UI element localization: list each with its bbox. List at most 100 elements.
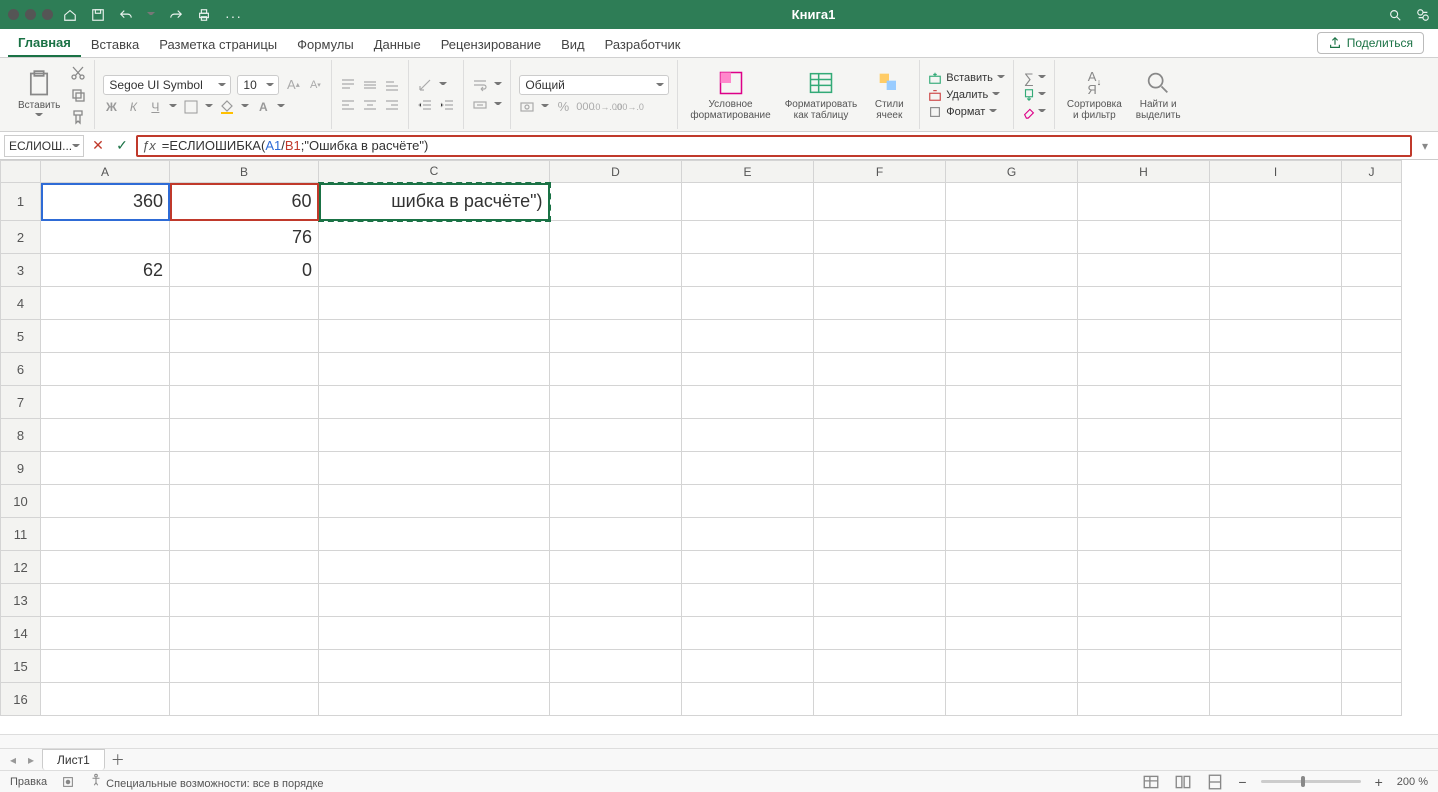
cell-J2[interactable] bbox=[1342, 221, 1402, 254]
decrease-indent-icon[interactable] bbox=[417, 97, 433, 113]
tab-formulas[interactable]: Формулы bbox=[287, 31, 364, 57]
decrease-font-icon[interactable]: A▾ bbox=[307, 77, 323, 93]
fill-color-icon[interactable] bbox=[219, 99, 235, 115]
cell-D16[interactable] bbox=[550, 683, 682, 716]
col-header-B[interactable]: B bbox=[170, 161, 319, 183]
cell-H16[interactable] bbox=[1078, 683, 1210, 716]
cell-C12[interactable] bbox=[319, 551, 550, 584]
copy-icon[interactable] bbox=[70, 87, 86, 103]
cancel-formula-button[interactable]: ✕ bbox=[88, 135, 108, 157]
cell-D1[interactable] bbox=[550, 183, 682, 221]
cell-G13[interactable] bbox=[946, 584, 1078, 617]
cell-A14[interactable] bbox=[41, 617, 170, 650]
cell-I13[interactable] bbox=[1210, 584, 1342, 617]
sheet-next[interactable]: ▸ bbox=[24, 753, 38, 767]
cell-A11[interactable] bbox=[41, 518, 170, 551]
cell-F6[interactable] bbox=[814, 353, 946, 386]
find-select-button[interactable]: Найти ивыделить bbox=[1132, 67, 1185, 123]
select-all-corner[interactable] bbox=[1, 161, 41, 183]
cell-E7[interactable] bbox=[682, 386, 814, 419]
cell-C1[interactable]: шибка в расчёте") bbox=[319, 183, 550, 221]
cell-E1[interactable] bbox=[682, 183, 814, 221]
bold-icon[interactable]: Ж bbox=[103, 99, 119, 115]
undo-icon[interactable] bbox=[119, 8, 133, 22]
col-header-G[interactable]: G bbox=[946, 161, 1078, 183]
tab-review[interactable]: Рецензирование bbox=[431, 31, 551, 57]
cell-G8[interactable] bbox=[946, 419, 1078, 452]
cell-G2[interactable] bbox=[946, 221, 1078, 254]
cell-F10[interactable] bbox=[814, 485, 946, 518]
increase-indent-icon[interactable] bbox=[439, 97, 455, 113]
cell-F7[interactable] bbox=[814, 386, 946, 419]
undo-dropdown[interactable] bbox=[147, 12, 155, 18]
border-icon[interactable] bbox=[183, 99, 199, 115]
cell-styles-button[interactable]: Стилиячеек bbox=[867, 67, 911, 123]
cell-G9[interactable] bbox=[946, 452, 1078, 485]
cell-A10[interactable] bbox=[41, 485, 170, 518]
cell-J16[interactable] bbox=[1342, 683, 1402, 716]
cell-I12[interactable] bbox=[1210, 551, 1342, 584]
cell-C15[interactable] bbox=[319, 650, 550, 683]
cell-B16[interactable] bbox=[170, 683, 319, 716]
cell-C7[interactable] bbox=[319, 386, 550, 419]
macro-record-icon[interactable] bbox=[61, 775, 75, 789]
cell-J4[interactable] bbox=[1342, 287, 1402, 320]
zoom-slider[interactable] bbox=[1261, 780, 1361, 783]
zoom-in[interactable]: + bbox=[1375, 774, 1383, 790]
cell-E6[interactable] bbox=[682, 353, 814, 386]
cell-I9[interactable] bbox=[1210, 452, 1342, 485]
paste-button[interactable]: Вставить bbox=[14, 68, 64, 121]
minimize-dot[interactable] bbox=[25, 9, 36, 20]
cell-G15[interactable] bbox=[946, 650, 1078, 683]
cell-D7[interactable] bbox=[550, 386, 682, 419]
cell-H4[interactable] bbox=[1078, 287, 1210, 320]
cell-J7[interactable] bbox=[1342, 386, 1402, 419]
cell-H10[interactable] bbox=[1078, 485, 1210, 518]
increase-decimal-icon[interactable]: .0→.00 bbox=[599, 99, 615, 115]
horizontal-scrollbar[interactable] bbox=[0, 734, 1438, 748]
cell-F2[interactable] bbox=[814, 221, 946, 254]
cell-I10[interactable] bbox=[1210, 485, 1342, 518]
cell-D11[interactable] bbox=[550, 518, 682, 551]
cell-B1[interactable]: 60 bbox=[170, 183, 319, 221]
cell-B8[interactable] bbox=[170, 419, 319, 452]
cell-E11[interactable] bbox=[682, 518, 814, 551]
row-header-11[interactable]: 11 bbox=[1, 518, 41, 551]
italic-icon[interactable]: К bbox=[125, 99, 141, 115]
cell-B13[interactable] bbox=[170, 584, 319, 617]
cell-J11[interactable] bbox=[1342, 518, 1402, 551]
redo-icon[interactable] bbox=[169, 8, 183, 22]
cell-F14[interactable] bbox=[814, 617, 946, 650]
cell-B14[interactable] bbox=[170, 617, 319, 650]
cell-E10[interactable] bbox=[682, 485, 814, 518]
cell-F5[interactable] bbox=[814, 320, 946, 353]
clear-button[interactable] bbox=[1022, 105, 1046, 119]
align-right-icon[interactable] bbox=[384, 97, 400, 113]
col-header-I[interactable]: I bbox=[1210, 161, 1342, 183]
row-header-4[interactable]: 4 bbox=[1, 287, 41, 320]
row-header-15[interactable]: 15 bbox=[1, 650, 41, 683]
grid[interactable]: A B C D E F G H I J 136060шибка в расчёт… bbox=[0, 160, 1438, 734]
align-top-icon[interactable] bbox=[340, 77, 356, 93]
align-bottom-icon[interactable] bbox=[384, 77, 400, 93]
cell-G7[interactable] bbox=[946, 386, 1078, 419]
cell-I5[interactable] bbox=[1210, 320, 1342, 353]
cell-B12[interactable] bbox=[170, 551, 319, 584]
cell-E8[interactable] bbox=[682, 419, 814, 452]
cell-I14[interactable] bbox=[1210, 617, 1342, 650]
autosum-button[interactable]: ∑ bbox=[1022, 71, 1046, 85]
cell-D6[interactable] bbox=[550, 353, 682, 386]
close-dot[interactable] bbox=[8, 9, 19, 20]
cell-C9[interactable] bbox=[319, 452, 550, 485]
orientation-icon[interactable] bbox=[417, 77, 433, 93]
cell-D14[interactable] bbox=[550, 617, 682, 650]
more-icon[interactable]: ··· bbox=[225, 8, 239, 22]
view-normal-icon[interactable] bbox=[1142, 774, 1160, 790]
percent-icon[interactable]: % bbox=[555, 99, 571, 115]
cell-J1[interactable] bbox=[1342, 183, 1402, 221]
tab-home[interactable]: Главная bbox=[8, 29, 81, 57]
cell-C3[interactable] bbox=[319, 254, 550, 287]
row-header-12[interactable]: 12 bbox=[1, 551, 41, 584]
view-pagebreak-icon[interactable] bbox=[1206, 774, 1224, 790]
account-icon[interactable] bbox=[1416, 8, 1430, 22]
